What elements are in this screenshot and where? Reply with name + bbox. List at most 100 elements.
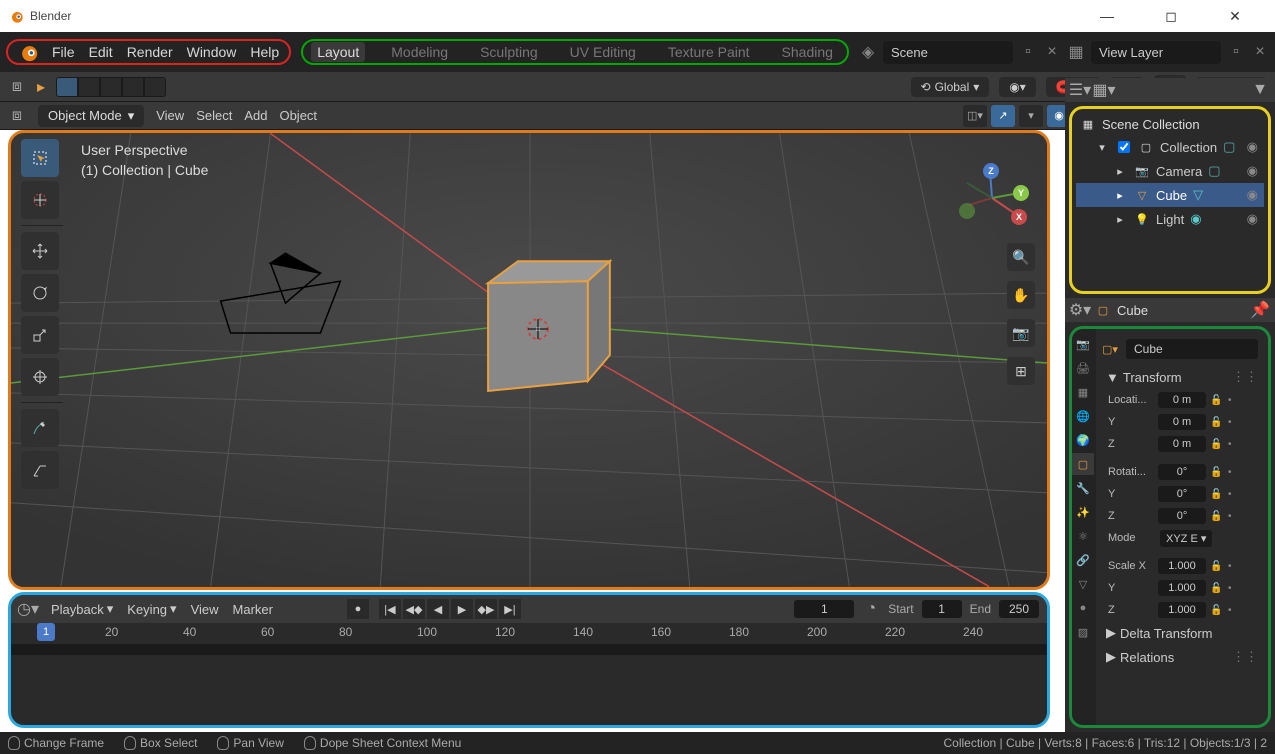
- end-frame-field[interactable]: 250: [999, 600, 1039, 618]
- ptab-constraints[interactable]: 🔗: [1072, 549, 1094, 571]
- start-frame-field[interactable]: 1: [922, 600, 962, 618]
- play-icon[interactable]: ▶: [451, 599, 473, 619]
- ptab-data[interactable]: ▽: [1072, 573, 1094, 595]
- gizmo-toggle-icon[interactable]: ↗: [991, 105, 1015, 127]
- pin-icon[interactable]: 📌: [1251, 301, 1269, 319]
- camera-restrict-icon[interactable]: ▢: [1208, 163, 1220, 179]
- lock-icon[interactable]: 🔓: [1210, 439, 1224, 450]
- lock-icon[interactable]: 🔓: [1210, 417, 1224, 428]
- pivot-btn-5[interactable]: [144, 77, 166, 97]
- lock-icon[interactable]: 🔓: [1210, 561, 1224, 572]
- camera-view-icon[interactable]: 📷: [1007, 319, 1035, 347]
- orientation-dropdown[interactable]: ⟲Global▾: [911, 77, 990, 97]
- tool-transform[interactable]: [21, 358, 59, 396]
- viewport-menu-select[interactable]: Select: [196, 108, 232, 123]
- ptab-object[interactable]: ▢: [1072, 453, 1094, 475]
- minimize-button[interactable]: —: [1087, 1, 1127, 31]
- zoom-icon[interactable]: 🔍: [1007, 243, 1035, 271]
- pan-icon[interactable]: ✋: [1007, 281, 1035, 309]
- gizmo-menu-icon[interactable]: ▾: [1019, 105, 1043, 127]
- outliner-root[interactable]: ▦ Scene Collection: [1076, 113, 1264, 135]
- axis-neg-icon[interactable]: [959, 203, 975, 219]
- viewport-canvas[interactable]: [11, 133, 1047, 587]
- rotation-y-field[interactable]: 0°: [1158, 486, 1206, 502]
- tool-move[interactable]: [21, 232, 59, 270]
- timeline-keying-menu[interactable]: Keying ▾: [127, 601, 176, 617]
- menu-file[interactable]: File: [52, 44, 75, 60]
- ptab-scene[interactable]: 🌐: [1072, 405, 1094, 427]
- jump-start-icon[interactable]: |◀: [379, 599, 401, 619]
- timeline-scrollbar[interactable]: [11, 645, 1047, 655]
- cursor-tool-icon[interactable]: ▸: [32, 78, 50, 96]
- nav-gizmo[interactable]: X Y Z: [957, 163, 1027, 233]
- scale-x-field[interactable]: 1.000: [1158, 558, 1206, 574]
- scene-browse-icon[interactable]: ▫: [1019, 43, 1037, 61]
- rotation-mode-dropdown[interactable]: XYZ E ▾: [1160, 530, 1212, 547]
- tool-measure[interactable]: [21, 451, 59, 489]
- tab-uvediting[interactable]: UV Editing: [564, 42, 642, 62]
- ptab-output[interactable]: 🖨: [1072, 357, 1094, 379]
- tool-annotate[interactable]: [21, 409, 59, 447]
- collection-checkbox[interactable]: [1118, 141, 1130, 153]
- select-visibility-icon[interactable]: ◫▾: [963, 105, 987, 127]
- timeline-playback-menu[interactable]: Playback ▾: [51, 601, 113, 617]
- tab-shading[interactable]: Shading: [776, 42, 839, 62]
- transform-section[interactable]: ▼ Transform⋮⋮: [1100, 365, 1264, 389]
- ptab-modifiers[interactable]: 🔧: [1072, 477, 1094, 499]
- perspective-toggle-icon[interactable]: ⊞: [1007, 357, 1035, 385]
- tool-select-box[interactable]: [21, 139, 59, 177]
- lock-icon[interactable]: 🔓: [1210, 467, 1224, 478]
- current-frame-field[interactable]: 1: [794, 600, 854, 618]
- location-z-field[interactable]: 0 m: [1158, 436, 1206, 452]
- properties-editor-icon[interactable]: ⚙▾: [1071, 301, 1089, 319]
- outliner-item-camera[interactable]: ▸ 📷 Camera ▢ ◉: [1076, 159, 1264, 183]
- light-data-icon[interactable]: ◉: [1190, 211, 1201, 227]
- menu-render[interactable]: Render: [127, 44, 173, 60]
- menu-edit[interactable]: Edit: [89, 44, 113, 60]
- timeline-view-menu[interactable]: View: [191, 602, 219, 617]
- scale-y-field[interactable]: 1.000: [1158, 580, 1206, 596]
- pivot-dropdown[interactable]: ◉▾: [999, 77, 1036, 97]
- axis-y-icon[interactable]: Y: [1013, 185, 1029, 201]
- viewport-menu-object[interactable]: Object: [279, 108, 317, 123]
- lock-icon[interactable]: 🔓: [1210, 583, 1224, 594]
- tab-modeling[interactable]: Modeling: [385, 42, 454, 62]
- rotation-x-field[interactable]: 0°: [1158, 464, 1206, 480]
- pivot-btn-1[interactable]: [56, 77, 78, 97]
- mode-dropdown[interactable]: Object Mode▾: [38, 105, 144, 127]
- filter-icon[interactable]: ▼: [1251, 81, 1269, 99]
- scene-name-field[interactable]: Scene: [883, 41, 1013, 64]
- relations-section[interactable]: ▶ Relations⋮⋮: [1100, 645, 1264, 669]
- ptab-physics[interactable]: ⚛: [1072, 525, 1094, 547]
- pivot-btn-2[interactable]: [78, 77, 100, 97]
- lock-icon[interactable]: 🔓: [1210, 395, 1224, 406]
- tool-scale[interactable]: [21, 316, 59, 354]
- viewport[interactable]: User Perspective (1) Collection | Cube X…: [8, 130, 1050, 590]
- cube-object[interactable]: [488, 261, 610, 391]
- eye-icon[interactable]: ◉: [1247, 187, 1258, 203]
- pivot-btn-4[interactable]: [122, 77, 144, 97]
- timeline-ruler[interactable]: 1 20 40 60 80 100 120 140 160 180 200 22…: [11, 623, 1047, 645]
- outliner-item-cube[interactable]: ▸ ▽ Cube ▽ ◉: [1076, 183, 1264, 207]
- timeline-marker-menu[interactable]: Marker: [233, 602, 273, 617]
- preview-range-icon[interactable]: ◔: [862, 600, 880, 618]
- ptab-render[interactable]: 📷: [1072, 333, 1094, 355]
- object-name-field[interactable]: Cube: [1126, 339, 1258, 359]
- autokey-icon[interactable]: ●: [347, 599, 369, 619]
- eye-icon[interactable]: ◉: [1247, 163, 1258, 179]
- lock-icon[interactable]: 🔓: [1210, 489, 1224, 500]
- play-reverse-icon[interactable]: ◀: [427, 599, 449, 619]
- outliner-display-icon[interactable]: ▦▾: [1095, 81, 1113, 99]
- jump-prev-key-icon[interactable]: ◀◆: [403, 599, 425, 619]
- ptab-viewlayer[interactable]: ▦: [1072, 381, 1094, 403]
- ptab-world[interactable]: 🌍: [1072, 429, 1094, 451]
- location-y-field[interactable]: 0 m: [1158, 414, 1206, 430]
- ptab-texture[interactable]: ▨: [1072, 621, 1094, 643]
- viewport-menu-view[interactable]: View: [156, 108, 184, 123]
- tab-sculpting[interactable]: Sculpting: [474, 42, 544, 62]
- playhead[interactable]: 1: [37, 623, 55, 641]
- ptab-material[interactable]: ●: [1072, 597, 1094, 619]
- jump-next-key-icon[interactable]: ◆▶: [475, 599, 497, 619]
- tab-layout[interactable]: Layout: [311, 42, 365, 62]
- scale-z-field[interactable]: 1.000: [1158, 602, 1206, 618]
